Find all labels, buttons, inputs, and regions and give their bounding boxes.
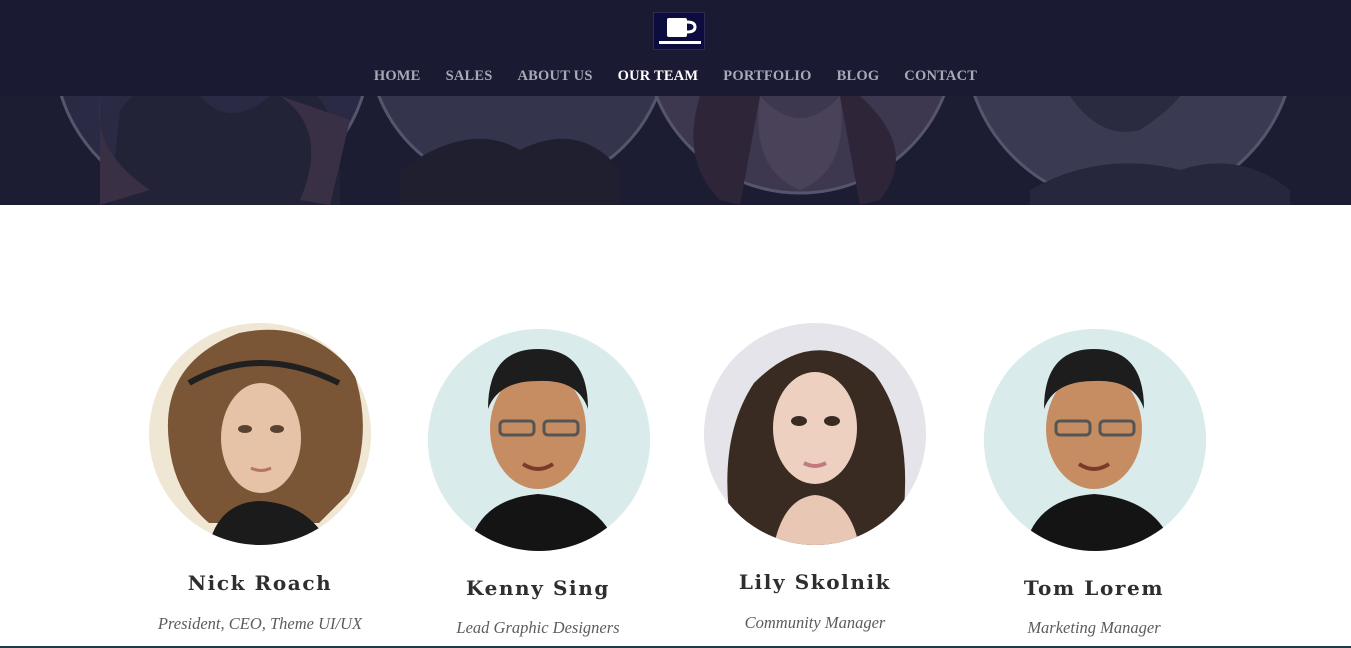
member-name: Tom Lorem [1023, 576, 1165, 600]
member-role: Lead Graphic Designers [456, 618, 620, 637]
member-photo [704, 323, 926, 545]
member-role: President, CEO, Theme UI/UX [157, 614, 363, 633]
member-photo [149, 323, 371, 545]
member-photo [984, 329, 1206, 551]
member-name: Lily Skolnik [738, 570, 892, 594]
nav-item-our-team[interactable]: OUR TEAM [605, 66, 711, 86]
nav-item-sales[interactable]: SALES [433, 66, 505, 86]
man-portrait-icon [428, 329, 650, 551]
hero-banner: HOME SALES ABOUT US OUR TEAM PORTFOLIO B… [0, 0, 1351, 205]
woman-portrait-icon [704, 323, 926, 545]
member-photo [428, 329, 650, 551]
member-name: Nick Roach [187, 571, 333, 595]
logo[interactable] [653, 12, 705, 50]
coffee-cup-icon [659, 18, 701, 44]
main-nav: HOME SALES ABOUT US OUR TEAM PORTFOLIO B… [0, 66, 1351, 86]
nav-item-portfolio[interactable]: PORTFOLIO [711, 66, 824, 86]
member-role: Marketing Manager [1027, 618, 1161, 637]
nav-item-home[interactable]: HOME [361, 66, 433, 86]
nav-item-contact[interactable]: CONTACT [892, 66, 990, 86]
member-name: Kenny Sing [466, 576, 610, 600]
top-navbar: HOME SALES ABOUT US OUR TEAM PORTFOLIO B… [0, 0, 1351, 96]
woman-portrait-icon [149, 323, 371, 545]
nav-item-blog[interactable]: BLOG [824, 66, 892, 86]
member-role: Community Manager [744, 613, 886, 632]
team-section: Nick Roach President, CEO, Theme UI/UX K… [0, 205, 1351, 648]
nav-item-about-us[interactable]: ABOUT US [505, 66, 605, 86]
man-portrait-icon [984, 329, 1206, 551]
